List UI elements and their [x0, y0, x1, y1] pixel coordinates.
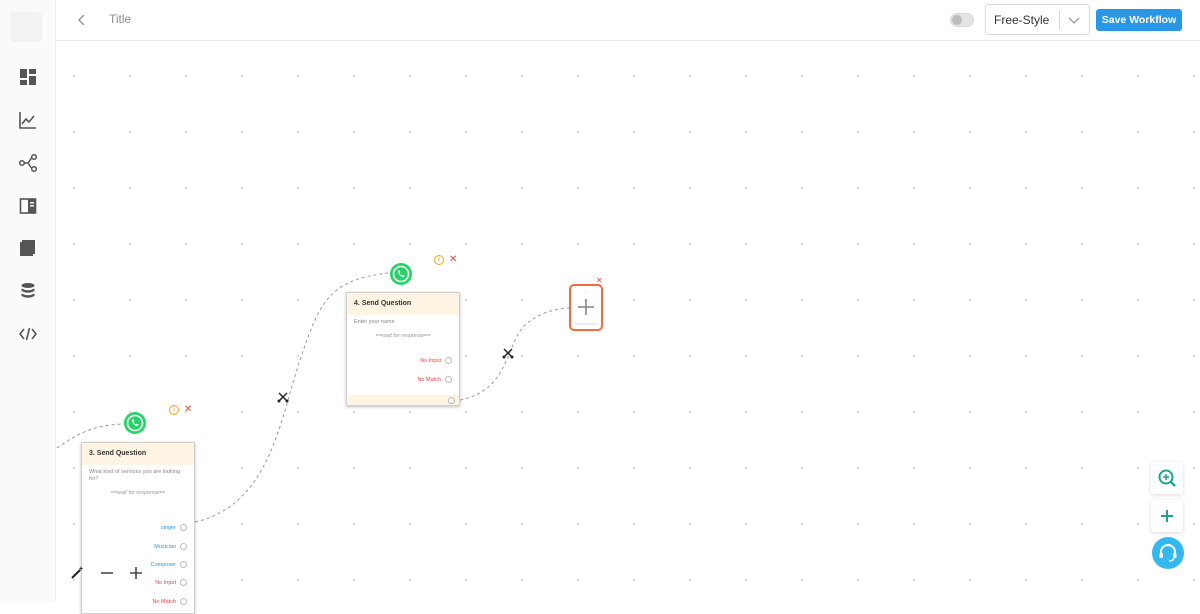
info-icon[interactable]: i: [434, 255, 444, 265]
option-label: No Input: [155, 580, 176, 586]
zoom-controls: [65, 558, 155, 588]
minus-icon: [101, 572, 113, 574]
option-label: Musician: [154, 544, 176, 550]
node-option[interactable]: No Match: [417, 376, 452, 384]
node-option[interactable]: Composer: [151, 561, 187, 569]
connector-handle[interactable]: [448, 397, 455, 404]
node-option[interactable]: No Input: [155, 579, 187, 587]
node-option[interactable]: No Match: [152, 598, 187, 606]
question-node-3[interactable]: 3. Send Question What kind of services y…: [81, 442, 195, 614]
node-prompt: What kind of services you are looking fo…: [89, 469, 181, 482]
scissors-icon[interactable]: [277, 390, 289, 403]
zoom-out-button[interactable]: [97, 563, 117, 583]
add-button[interactable]: [1151, 500, 1183, 532]
zoom-in-button[interactable]: [126, 563, 146, 583]
option-label: singer: [161, 525, 176, 531]
option-label: No Match: [152, 599, 176, 605]
option-label: No Input: [420, 358, 441, 364]
option-label: No Match: [417, 377, 441, 383]
node-prompt: Enter your name: [354, 319, 395, 325]
connector-handle[interactable]: [180, 579, 187, 587]
node-option[interactable]: Musician: [154, 543, 187, 551]
support-button[interactable]: [1152, 537, 1184, 569]
node-footer: [347, 395, 459, 405]
whatsapp-icon: [123, 411, 147, 435]
whatsapp-icon: [389, 262, 413, 286]
node-option[interactable]: singer: [161, 524, 187, 532]
plus-icon: [130, 567, 142, 579]
scissors-icon[interactable]: [502, 346, 514, 359]
connector-handle[interactable]: [180, 598, 187, 606]
info-icon[interactable]: i: [169, 405, 179, 415]
node-title: 4. Send Question: [347, 293, 459, 315]
zoom-fit-button[interactable]: [1151, 462, 1183, 494]
node-body: Enter your name ==wait for response== No…: [347, 315, 459, 384]
connector-handle[interactable]: [445, 357, 452, 365]
node-option[interactable]: No Input: [420, 357, 452, 365]
node-wait-text: ==wait for response==: [375, 333, 431, 339]
connector-handle[interactable]: [445, 376, 452, 384]
close-icon[interactable]: ✕: [449, 255, 457, 265]
connector-handle[interactable]: [180, 524, 187, 532]
magic-wand-icon[interactable]: [67, 563, 87, 583]
connector-handle[interactable]: [180, 561, 187, 569]
add-node-button[interactable]: [569, 284, 603, 331]
node-title: 3. Send Question: [82, 443, 194, 465]
connector-handle[interactable]: [180, 543, 187, 551]
node-wait-text: ==wait for response==: [110, 490, 166, 496]
close-icon[interactable]: ✕: [184, 405, 192, 415]
headset-icon: [1159, 544, 1177, 562]
node-body: What kind of services you are looking fo…: [82, 465, 194, 606]
search-icon: [1158, 469, 1176, 487]
connector-line: [459, 307, 570, 401]
plus-icon: [1161, 510, 1173, 522]
question-node-4[interactable]: 4. Send Question Enter your name ==wait …: [346, 292, 460, 406]
